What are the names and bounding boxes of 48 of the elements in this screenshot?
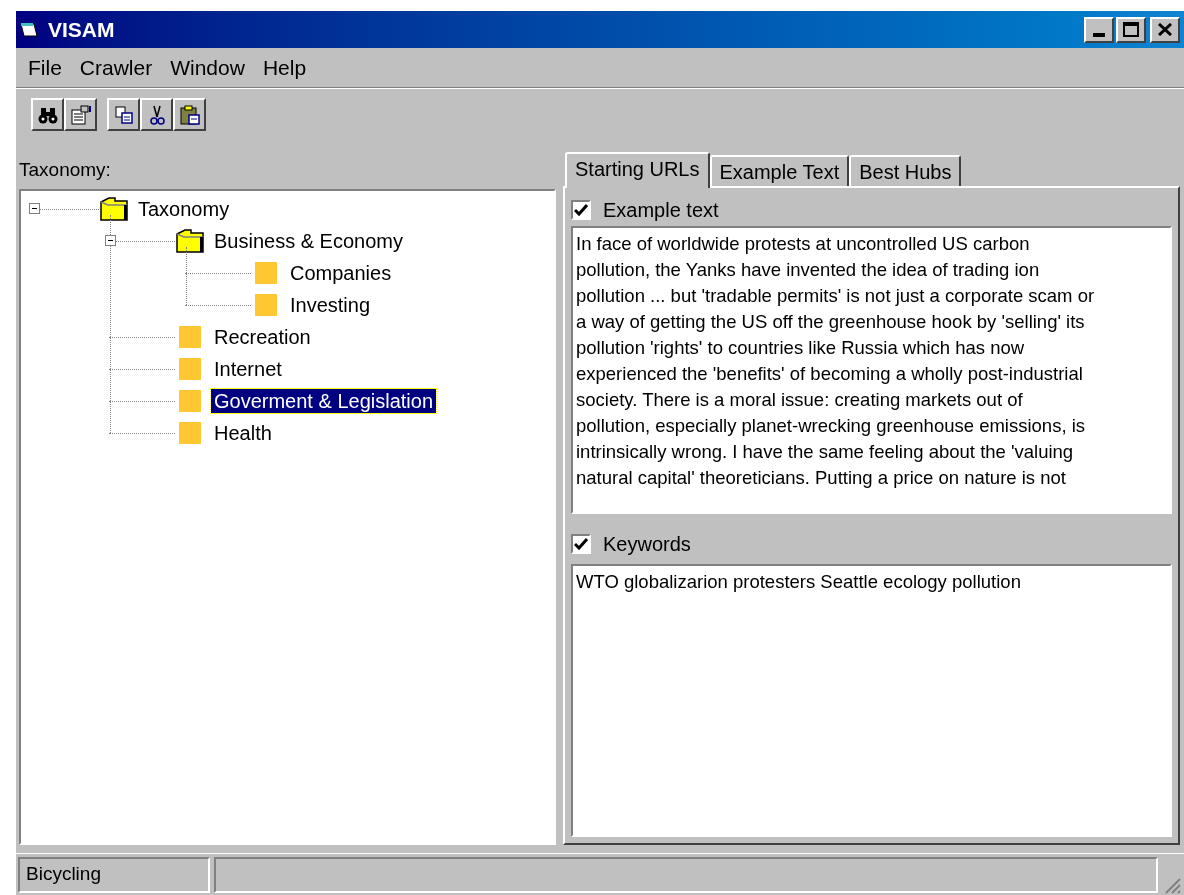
- category-icon: [179, 357, 201, 380]
- tree-item[interactable]: Investing: [287, 292, 374, 317]
- checkbox[interactable]: [571, 200, 591, 220]
- tab[interactable]: Best Hubs: [849, 155, 962, 186]
- cut-button[interactable]: [140, 98, 173, 131]
- tree-item[interactable]: Taxonomy: [135, 196, 233, 221]
- maximize-icon: [1123, 22, 1139, 37]
- category-icon: [179, 389, 201, 412]
- window-title: VISAM: [48, 16, 115, 43]
- status-panel: Bicycling: [18, 856, 210, 893]
- collapse-icon[interactable]: [29, 203, 40, 214]
- collapse-icon[interactable]: [105, 235, 116, 246]
- menu-item[interactable]: Window: [164, 51, 251, 84]
- tab[interactable]: Starting URLs: [565, 152, 710, 188]
- category-icon: [255, 261, 277, 284]
- copy-button[interactable]: [107, 98, 140, 131]
- clipboard-icon: [178, 103, 201, 126]
- properties-button[interactable]: [64, 98, 97, 131]
- keywords-field[interactable]: WTO globalizarion protesters Seattle ecology pollution: [571, 564, 1172, 837]
- paste-button[interactable]: [173, 98, 206, 131]
- menu-item[interactable]: File: [22, 51, 68, 84]
- close-button[interactable]: [1150, 16, 1180, 43]
- keywords-text: WTO globalizarion protesters Seattle ecology pollution: [576, 571, 1021, 592]
- checkbox[interactable]: [571, 534, 591, 554]
- menu-item[interactable]: Help: [256, 51, 313, 84]
- example-text: In face of worldwide protests at uncontrolled US carbon pollution, the Yanks have invented the idea of trading ion pollution ... but 'tradable permits' is not just a corporate scam or a way of getting the US off the greenhouse hook by 'selling' its pollution 'rights' to countries like Russia which has now experienced the 'benefits' of becoming a wholly post-industrial society. There is a moral issue: creating markets out of pollution, especially planet-wrecking greenhouse emissions, is intrinsically wrong. I have the same feeling about the 'valuing natural capital' theoreticians. Putting a price on nature is not: [576, 232, 1096, 490]
- tree-item[interactable]: Recreation: [211, 324, 314, 349]
- minimize-button[interactable]: [1084, 16, 1114, 43]
- checkbox-label: Keywords: [603, 532, 691, 557]
- checkbox-label: Example text: [603, 198, 719, 223]
- tab[interactable]: Example Text: [709, 155, 850, 186]
- tree-item[interactable]: Business & Economy: [211, 228, 406, 253]
- tree-item[interactable]: Health: [211, 420, 275, 445]
- category-icon: [179, 421, 201, 444]
- close-icon: [1158, 23, 1172, 36]
- maximize-button[interactable]: [1116, 16, 1146, 43]
- minimize-icon: [1093, 32, 1105, 37]
- category-icon: [255, 293, 277, 316]
- example-text-area[interactable]: [571, 226, 1172, 514]
- category-icon: [179, 325, 201, 348]
- taxonomy-label: Taxonomy:: [19, 158, 112, 182]
- tree-item[interactable]: Goverment & Legislation: [211, 388, 436, 413]
- form-icon: [69, 103, 92, 126]
- find-button[interactable]: [31, 98, 64, 131]
- copy-icon: [112, 103, 135, 126]
- tree-item[interactable]: Internet: [211, 356, 285, 381]
- tree-item[interactable]: Companies: [287, 260, 395, 285]
- menu-item[interactable]: Crawler: [73, 51, 159, 84]
